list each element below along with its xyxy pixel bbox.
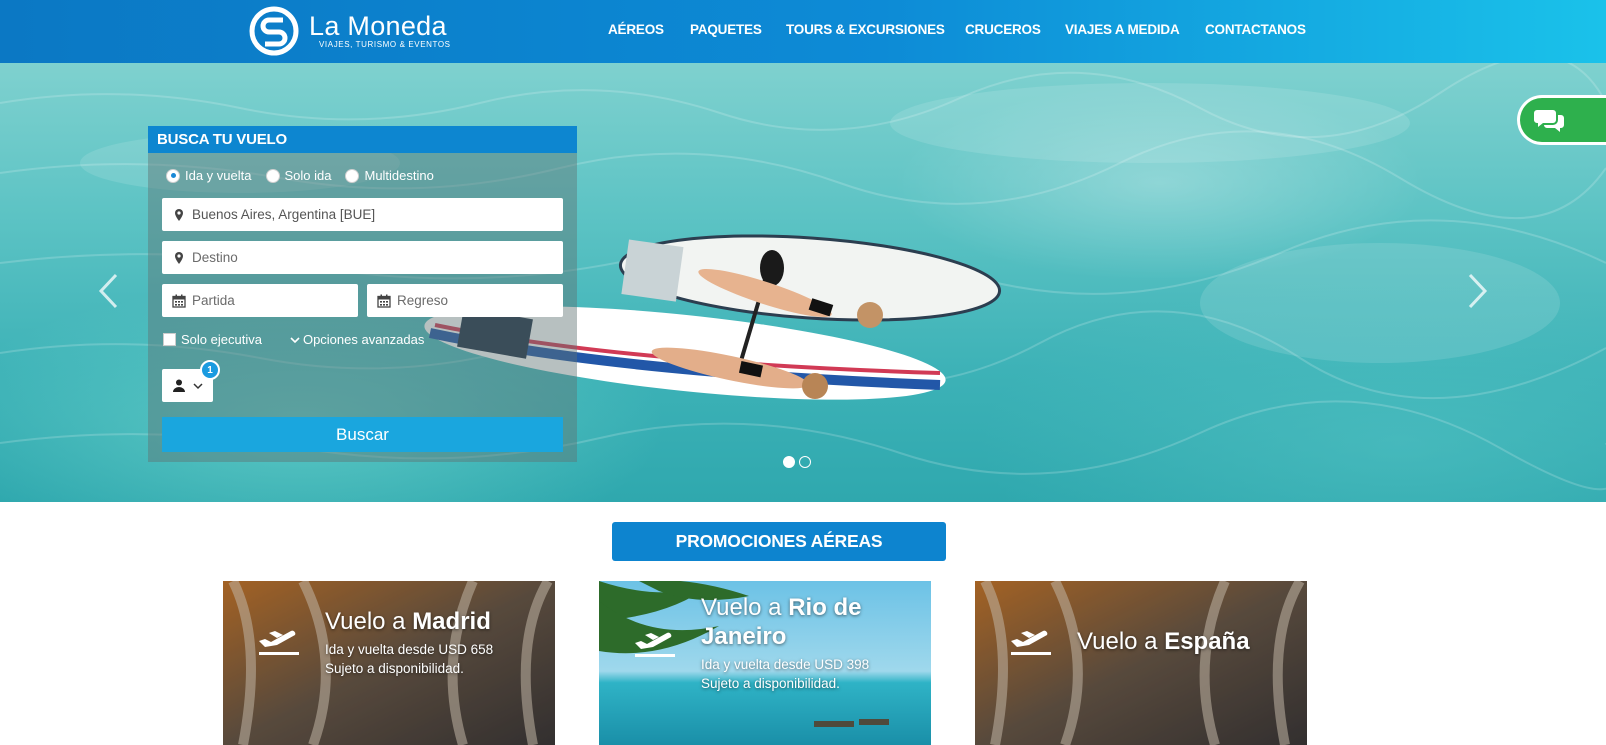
airplane-takeoff-icon: [259, 630, 299, 655]
promo-disclaimer: Sujeto a disponibilidad.: [701, 676, 840, 691]
nav-tours[interactable]: TOURS & EXCURSIONES: [786, 22, 945, 37]
calendar-icon: [377, 294, 391, 308]
brand-logo[interactable]: La Moneda VIAJES, TURISMO & EVENTOS: [249, 5, 451, 57]
chat-icon: [1534, 110, 1564, 132]
promo-city: España: [1164, 628, 1250, 655]
map-marker-icon: [175, 208, 183, 221]
executive-only-option[interactable]: Solo ejecutiva: [163, 332, 262, 347]
origin-input[interactable]: [192, 207, 563, 222]
nav-cruceros[interactable]: CRUCEROS: [965, 22, 1041, 37]
chevron-right-icon: [1468, 273, 1488, 309]
nav-contactanos[interactable]: CONTACTANOS: [1205, 22, 1306, 37]
flight-search-title: BUSCA TU VUELO: [148, 126, 577, 153]
departure-field[interactable]: [162, 284, 358, 317]
carousel-prev-button[interactable]: [98, 273, 118, 316]
promo-prefix: Vuelo a: [325, 608, 413, 635]
chevron-left-icon: [98, 273, 118, 309]
destination-field[interactable]: [162, 241, 563, 274]
trip-type-round[interactable]: Ida y vuelta: [166, 168, 252, 183]
trip-type-multi-label: Multidestino: [364, 168, 434, 183]
trip-type-oneway[interactable]: Solo ida: [265, 168, 332, 183]
advanced-options-toggle[interactable]: Opciones avanzadas: [290, 332, 424, 347]
radio-multi-destination[interactable]: [345, 168, 360, 183]
promo-card-rio[interactable]: Vuelo a Rio de Janeiro Ida y vuelta desd…: [599, 581, 931, 745]
carousel-dot-1[interactable]: [783, 456, 795, 468]
promo-card-text: Vuelo a Rio de Janeiro Ida y vuelta desd…: [701, 593, 901, 693]
search-options-row: Solo ejecutiva Opciones avanzadas: [163, 332, 424, 347]
promotions-title: PROMOCIONES AÉREAS: [612, 522, 946, 561]
destination-input[interactable]: [192, 250, 563, 265]
advanced-options-label: Opciones avanzadas: [302, 332, 425, 347]
brand-tagline: VIAJES, TURISMO & EVENTOS: [319, 40, 451, 49]
calendar-icon: [172, 294, 186, 308]
origin-field[interactable]: [162, 198, 563, 231]
top-navbar: La Moneda VIAJES, TURISMO & EVENTOS AÉRE…: [0, 0, 1606, 63]
promo-card-text: Vuelo a España: [1077, 627, 1250, 656]
user-icon: [172, 379, 185, 392]
chevron-down-icon: [192, 382, 203, 389]
carousel-dot-2[interactable]: [799, 456, 811, 468]
nav-aereos[interactable]: AÉREOS: [608, 22, 664, 37]
promo-prefix: Vuelo a: [701, 594, 789, 621]
map-marker-icon: [175, 251, 183, 264]
nav-paquetes[interactable]: PAQUETES: [690, 22, 762, 37]
airplane-takeoff-icon: [1011, 630, 1051, 655]
flight-search-panel: BUSCA TU VUELO Ida y vuelta Solo ida Mul…: [148, 126, 577, 462]
promo-price: Ida y vuelta desde USD 398: [701, 657, 870, 672]
promo-card-madrid[interactable]: Vuelo a Madrid Ida y vuelta desde USD 65…: [223, 581, 555, 745]
executive-only-checkbox[interactable]: [163, 333, 176, 346]
promo-disclaimer: Sujeto a disponibilidad.: [325, 661, 464, 676]
search-submit-button[interactable]: Buscar: [162, 417, 563, 452]
airplane-takeoff-icon: [635, 632, 675, 657]
executive-only-label: Solo ejecutiva: [181, 332, 262, 347]
promo-card-espana[interactable]: Vuelo a España: [975, 581, 1307, 745]
return-input[interactable]: [397, 293, 563, 308]
carousel-next-button[interactable]: [1468, 273, 1488, 316]
brand-name: La Moneda: [309, 11, 447, 41]
trip-type-oneway-label: Solo ida: [284, 168, 332, 183]
passengers-count-badge: 1: [200, 360, 220, 380]
promo-card-text: Vuelo a Madrid Ida y vuelta desde USD 65…: [325, 607, 493, 678]
promo-prefix: Vuelo a: [1077, 628, 1165, 655]
nav-viajes-a-medida[interactable]: VIAJES A MEDIDA: [1065, 22, 1180, 37]
radio-one-way[interactable]: [265, 168, 280, 183]
trip-type-group: Ida y vuelta Solo ida Multidestino: [166, 168, 448, 183]
return-field[interactable]: [367, 284, 563, 317]
trip-type-round-label: Ida y vuelta: [185, 168, 252, 183]
promo-price: Ida y vuelta desde USD 658: [325, 642, 494, 657]
chat-button[interactable]: [1517, 95, 1606, 145]
logo-mark-icon: [249, 6, 299, 56]
chevron-down-icon: [290, 336, 300, 343]
promo-card-image: [975, 581, 1307, 745]
carousel-indicators: [783, 456, 811, 468]
promo-city: Madrid: [412, 608, 491, 635]
trip-type-multi[interactable]: Multidestino: [345, 168, 434, 183]
radio-round-trip[interactable]: [166, 168, 180, 183]
departure-input[interactable]: [192, 293, 358, 308]
